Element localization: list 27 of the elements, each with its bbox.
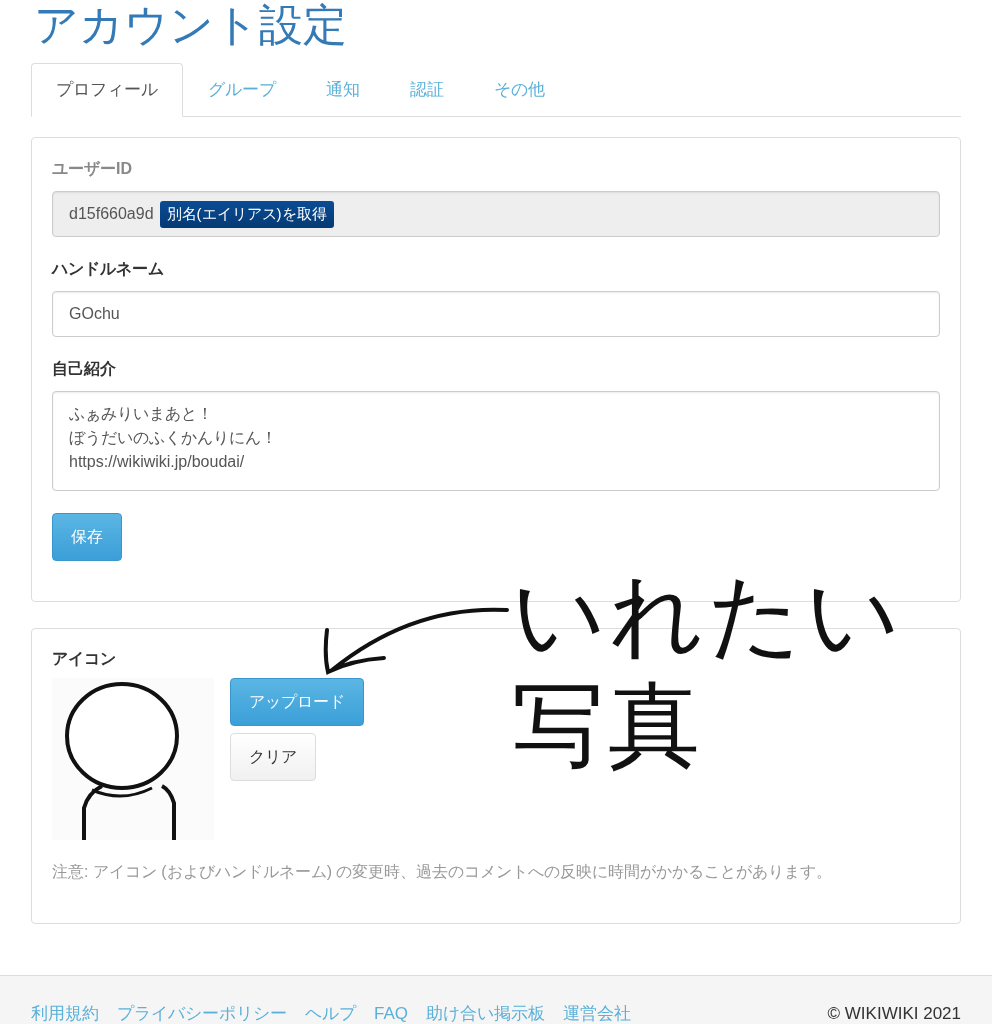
footer-link[interactable]: FAQ — [374, 1003, 408, 1024]
footer-link[interactable]: プライバシーポリシー — [117, 1003, 287, 1024]
user-id-value: d15f660a9d — [69, 205, 154, 223]
tab[interactable]: その他 — [469, 63, 570, 117]
footer-link[interactable]: 運営会社 — [563, 1003, 631, 1024]
handwritten-note: いれたい — [512, 565, 904, 665]
field-label: 自己紹介 — [52, 359, 117, 379]
save-button[interactable]: 保存 — [52, 513, 122, 561]
tab[interactable]: 通知 — [301, 63, 385, 117]
footer-link[interactable]: 助け合い掲示板 — [426, 1003, 545, 1024]
tab[interactable]: プロフィール — [31, 63, 183, 117]
field-label: ハンドルネーム — [52, 259, 165, 279]
handle-name-field[interactable]: GOchu — [52, 291, 940, 337]
clear-button[interactable]: クリア — [230, 733, 316, 781]
tab[interactable]: グループ — [183, 63, 301, 117]
alias-button[interactable]: 別名(エイリアス)を取得 — [159, 200, 334, 228]
footer-link[interactable]: ヘルプ — [305, 1003, 356, 1024]
section-label: アイコン — [52, 649, 117, 669]
copyright-text: © WIKIWIKI 2021 — [827, 1003, 961, 1024]
notice-text: 注意: アイコン (およびハンドルネーム) の変更時、過去のコメントへの反映に時間がかかることがあります。 — [52, 862, 834, 882]
upload-button[interactable]: アップロード — [230, 678, 364, 726]
page-title: アカウント設定 — [33, 0, 348, 50]
bio-textarea[interactable]: ふぁみりいまあと！ ぼうだいのふくかんりにん！ https://wikiwiki.jp/boudai/ — [52, 391, 940, 491]
handwritten-note: 写真 — [512, 675, 704, 775]
footer-link[interactable]: 利用規約 — [31, 1003, 99, 1024]
tab[interactable]: 認証 — [385, 63, 469, 117]
field-label: ユーザーID — [52, 159, 133, 179]
